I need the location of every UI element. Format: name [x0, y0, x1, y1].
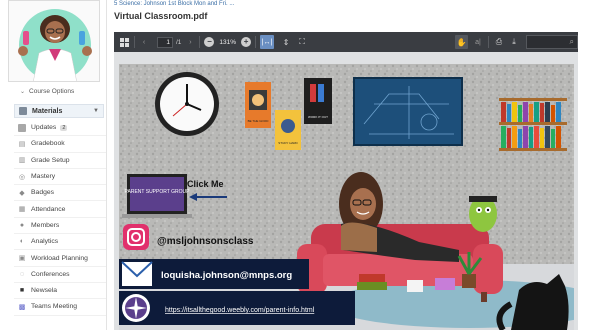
sidebar-item-newsela[interactable]: ■ Newsela	[14, 283, 106, 300]
pdf-page: BE THE GOOD STUDY HARD WORK IT OUT PAREN…	[119, 64, 574, 330]
pdf-toolbar: ‹ 1 /1 › − 131% + |↔| ⇕ ⛶ ✋ a| ⎙ ⤓ ⌕	[114, 32, 578, 52]
sidebar-item-badges[interactable]: ◆ Badges	[14, 185, 106, 202]
grade-setup-icon: ▥	[18, 157, 26, 165]
search-input[interactable]: ⌕	[526, 35, 578, 49]
sidebar-item-mastery[interactable]: ◎ Mastery	[14, 169, 106, 186]
svg-text:BE THE GOOD: BE THE GOOD	[248, 119, 270, 123]
gradebook-icon: ▤	[18, 140, 26, 148]
sidebar-item-label: Gradebook	[31, 140, 65, 148]
svg-text:WORK IT OUT: WORK IT OUT	[308, 115, 328, 119]
previous-page-icon[interactable]: ‹	[139, 35, 149, 49]
toolbar-divider	[255, 36, 257, 48]
teams-icon: ▩	[18, 303, 26, 311]
fit-page-icon[interactable]: ⇕	[280, 35, 292, 49]
fit-width-icon[interactable]: |↔|	[260, 35, 275, 49]
green-monster-icon	[469, 196, 497, 232]
compass-icon	[122, 294, 150, 322]
sidebar-item-workload-planning[interactable]: ▣ Workload Planning	[14, 250, 106, 267]
breadcrumb[interactable]: 5 Science: Johnson 1st Block Mon and Fri…	[114, 1, 234, 7]
poster-be-the-good: BE THE GOOD	[245, 82, 271, 128]
toolbar-divider	[488, 36, 489, 48]
sidebar-item-analytics[interactable]: ◐ Analytics	[14, 234, 106, 251]
print-icon[interactable]: ⎙	[493, 35, 505, 49]
sidebar-item-label: Workload Planning	[31, 254, 88, 262]
sidebar-item-label: Analytics	[31, 238, 59, 246]
hand-tool-icon[interactable]: ✋	[455, 35, 468, 49]
toolbar-divider	[134, 36, 135, 48]
page-total: /1	[176, 38, 182, 46]
workload-icon: ▣	[18, 255, 26, 263]
course-options-label: Course Options	[29, 88, 75, 95]
sidebar-item-gradebook[interactable]: ▤ Gradebook	[14, 136, 106, 153]
badge-icon: ◆	[19, 189, 25, 197]
conferences-icon: ◌	[19, 270, 25, 278]
toolbar-right-group: ✋ a| ⎙ ⤓ ⌕	[455, 35, 578, 49]
sidebar-item-label: Conferences	[31, 270, 70, 278]
thumbnails-grid-icon[interactable]	[118, 35, 130, 49]
updates-icon	[18, 123, 26, 132]
chevron-down-icon: ⌄	[20, 89, 26, 95]
email-address[interactable]: loquisha.johnson@mnps.org	[161, 270, 292, 281]
zoom-out-icon[interactable]: −	[204, 37, 215, 47]
sidebar-item-label: Members	[31, 221, 60, 229]
course-options-button[interactable]: ⌄ Course Options	[20, 88, 74, 95]
updates-count-badge: 2	[60, 124, 68, 131]
sidebar-item-label: Materials	[32, 107, 63, 115]
materials-icon	[19, 107, 27, 115]
attendance-icon: ▦	[18, 206, 26, 214]
sidebar-item-label: Badges	[31, 189, 55, 197]
email-icon	[121, 261, 153, 286]
course-avatar	[8, 0, 100, 82]
zoom-in-icon[interactable]: +	[241, 37, 252, 47]
newsela-icon: ■	[19, 287, 25, 295]
sidebar-item-teams-meeting[interactable]: ▩ Teams Meeting	[14, 299, 106, 316]
parent-support-laptop: PARENT SUPPORT GROUP	[122, 174, 192, 218]
page-title: Virtual Classroom.pdf	[114, 11, 208, 21]
wall-clock-icon	[155, 72, 219, 136]
sidebar-item-conferences[interactable]: ◌ Conferences	[14, 267, 106, 283]
sidebar-item-label: Mastery	[31, 173, 56, 181]
sidebar-item-label: Newsela	[31, 287, 58, 295]
text-select-icon[interactable]: a|	[472, 35, 484, 49]
parent-support-label: PARENT SUPPORT GROUP	[125, 189, 191, 195]
sidebar-item-label: Updates	[31, 124, 57, 132]
instagram-icon	[123, 224, 149, 250]
virtual-classroom-scene: BE THE GOOD STUDY HARD WORK IT OUT PAREN…	[119, 64, 574, 330]
search-icon: ⌕	[569, 37, 574, 46]
sidebar-item-label: Teams Meeting	[31, 303, 78, 311]
toolbar-divider	[199, 36, 201, 48]
next-page-icon[interactable]: ›	[185, 35, 195, 49]
zoom-level[interactable]: 131%	[219, 39, 236, 46]
mastery-icon: ◎	[18, 173, 26, 181]
dropdown-caret-icon: ▼	[93, 108, 99, 114]
poster-study-hard: STUDY HARD	[275, 110, 301, 150]
members-icon: ●	[19, 221, 25, 229]
fullscreen-icon[interactable]: ⛶	[296, 35, 308, 49]
sidebar-item-materials[interactable]: Materials ▼	[14, 104, 104, 118]
instagram-handle: @msljohnsonsclass	[157, 236, 254, 247]
website-link[interactable]: https://itsallthegood.weebly.com/parent-…	[165, 307, 315, 314]
sidebar-item-updates[interactable]: Updates 2	[14, 120, 106, 137]
analytics-icon: ◐	[19, 238, 25, 246]
laptop-floor-icon	[435, 278, 455, 290]
sidebar-item-grade-setup[interactable]: ▥ Grade Setup	[14, 153, 106, 169]
sidebar-item-members[interactable]: ● Members	[14, 218, 106, 235]
sidebar-nav: Updates 2 ▤ Gradebook ▥ Grade Setup ◎ Master…	[14, 120, 106, 316]
sidebar-item-label: Grade Setup	[31, 156, 70, 164]
svg-text:STUDY HARD: STUDY HARD	[278, 141, 298, 145]
app-root: ⌄ Course Options Materials ▼ Updates 2 ▤ Gr…	[0, 0, 592, 330]
page-number-input[interactable]: 1	[157, 36, 173, 48]
sidebar-item-attendance[interactable]: ▦ Attendance	[14, 201, 106, 218]
course-sidebar: ⌄ Course Options Materials ▼ Updates 2 ▤ Gr…	[0, 0, 107, 330]
blueprint-poster	[353, 77, 463, 146]
bookshelf	[499, 98, 567, 151]
teacher-bitmoji-image	[18, 9, 92, 81]
click-me-text: Click Me	[187, 179, 224, 189]
poster-work-it-out: WORK IT OUT	[304, 78, 332, 124]
download-icon[interactable]: ⤓	[508, 35, 520, 49]
sidebar-item-label: Attendance	[31, 205, 66, 213]
